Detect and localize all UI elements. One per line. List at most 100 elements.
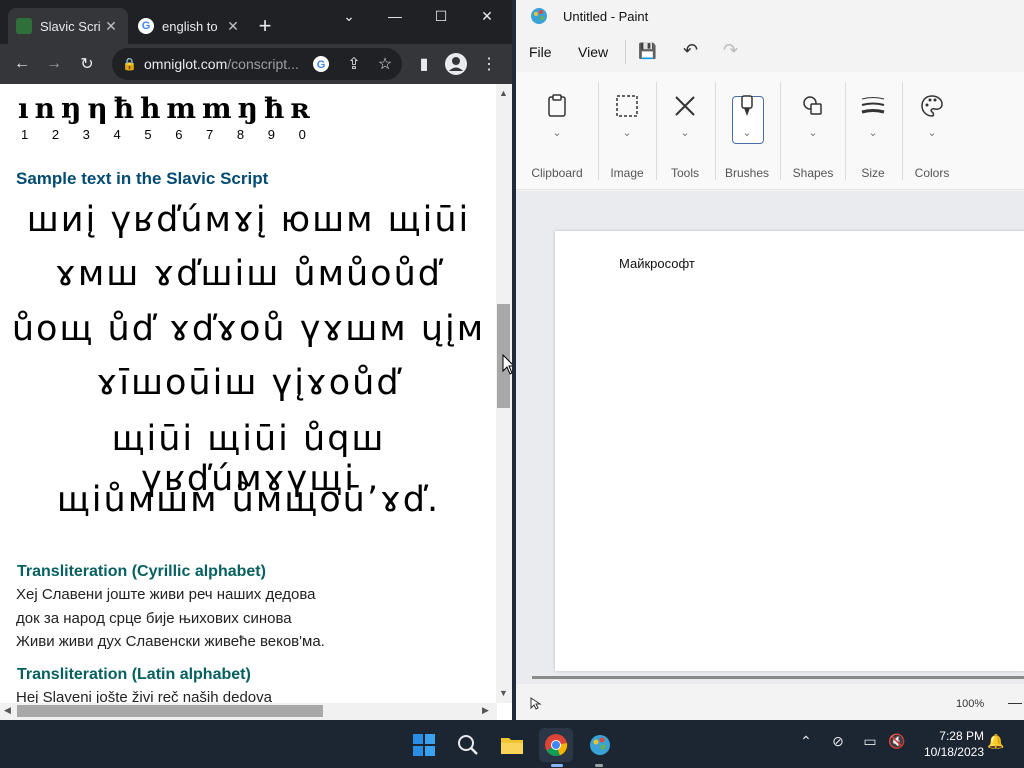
chrome-menu-icon[interactable]: ⋮ <box>477 52 501 76</box>
back-icon[interactable]: ← <box>10 52 34 76</box>
network-off-icon[interactable]: ⊘ <box>828 733 848 750</box>
close-window-button[interactable]: ✕ <box>464 0 510 32</box>
tab-title: Slavic Scri <box>40 18 101 34</box>
colors-group[interactable]: ⌄ Colors <box>902 86 962 186</box>
scroll-right-icon[interactable]: ▶ <box>482 705 489 716</box>
size-group[interactable]: ⌄ Size <box>843 86 903 186</box>
sample-text-heading: Sample text in the Slavic Script <box>16 169 269 188</box>
image-group[interactable]: ⌄ Image <box>597 86 657 186</box>
tab-english-to[interactable]: G english to ✕ <box>130 8 250 44</box>
latin-heading: Transliteration (Latin alphabet) <box>17 666 251 683</box>
google-lens-icon[interactable]: G <box>309 52 333 76</box>
drawing-canvas[interactable] <box>555 231 1024 671</box>
url-path: /conscript... <box>227 56 299 72</box>
profile-avatar[interactable] <box>444 52 468 76</box>
scroll-left-icon[interactable]: ◀ <box>4 705 11 716</box>
running-app-indicator <box>595 764 603 767</box>
chevron-down-icon: ⌄ <box>808 127 818 139</box>
close-tab-icon[interactable]: ✕ <box>224 18 242 35</box>
windows-icon <box>413 734 435 756</box>
bookmark-star-icon[interactable]: ☆ <box>373 52 397 76</box>
paint-title-bar: Untitled - Paint <box>516 0 1024 32</box>
chevron-down-icon: ⌄ <box>622 127 632 139</box>
google-favicon-icon: G <box>138 18 154 34</box>
brushes-label: Brushes <box>724 166 770 180</box>
brushes-group[interactable]: ⌄ Brushes <box>717 86 777 186</box>
paint-taskbar-button[interactable] <box>583 728 617 762</box>
share-icon[interactable]: ⇪ <box>342 52 366 76</box>
chrome-taskbar-button[interactable] <box>539 728 573 762</box>
chevron-down-icon: ⌄ <box>742 127 752 139</box>
lock-icon: 🔒 <box>122 57 137 71</box>
ribbon-separator <box>780 82 781 180</box>
sample-line: щiůмшм ůмщoū’ɤď. <box>56 480 441 520</box>
side-panel-icon[interactable]: ▮ <box>412 52 436 76</box>
reload-icon[interactable]: ↻ <box>75 52 99 76</box>
shapes-label: Shapes <box>792 166 834 180</box>
taskbar-clock[interactable]: 7:28 PM 10/18/2023 <box>912 728 984 760</box>
sample-line: ɤīшoūiш үįɤoůď <box>96 363 401 403</box>
scroll-up-icon[interactable]: ▲ <box>499 88 508 98</box>
horizontal-scroll-thumb[interactable] <box>17 705 323 717</box>
tab-slavic-script[interactable]: Slavic Scri ✕ <box>8 8 128 44</box>
zoom-level[interactable]: 100% <box>956 698 984 710</box>
show-hidden-icons-chevron-icon[interactable]: ⌃ <box>796 733 816 750</box>
search-button[interactable] <box>451 728 485 762</box>
select-icon <box>597 86 657 126</box>
tools-group[interactable]: ⌄ Tools <box>655 86 715 186</box>
search-icon <box>458 735 478 755</box>
clipboard-label: Clipboard <box>531 166 583 180</box>
shapes-group[interactable]: ⌄ Shapes <box>783 86 843 186</box>
canvas-text[interactable]: Майкрософт <box>619 256 695 271</box>
size-label: Size <box>861 166 885 180</box>
menu-separator <box>625 40 626 64</box>
omniglot-favicon-icon <box>16 18 32 34</box>
slavic-digits: 1 2 3 4 5 6 7 8 9 0 <box>21 127 316 142</box>
redo-icon[interactable]: ↷ <box>723 40 738 61</box>
undo-icon[interactable]: ↶ <box>683 40 698 61</box>
minimize-button[interactable]: — <box>372 0 418 32</box>
active-app-indicator <box>551 764 563 767</box>
cyrillic-line: Хеј Славени јоште живи реч наших дедова <box>16 586 316 603</box>
clipboard-group[interactable]: ⌄ Clipboard <box>527 86 587 186</box>
tab-title: english to <box>162 18 218 34</box>
pointer-position-icon <box>530 697 542 710</box>
paint-status-bar <box>516 686 1024 720</box>
scroll-down-icon[interactable]: ▼ <box>499 688 508 698</box>
tab-search-button[interactable]: ⌄ <box>326 0 372 32</box>
paint-icon <box>590 735 610 755</box>
svg-text:G: G <box>317 59 326 71</box>
size-icon <box>843 86 903 126</box>
latin-line: Hej Slaveni jošte živi reč naših dedova <box>16 689 272 703</box>
folder-icon <box>501 738 523 754</box>
cyrillic-heading: Transliteration (Cyrillic alphabet) <box>17 563 266 580</box>
save-icon[interactable]: 💾 <box>638 42 657 60</box>
chrome-icon <box>545 734 568 757</box>
file-menu[interactable]: File <box>529 44 552 60</box>
forward-icon[interactable]: → <box>42 52 66 76</box>
clock-time: 7:28 PM <box>939 729 984 743</box>
close-tab-icon[interactable]: ✕ <box>102 18 120 35</box>
chevron-down-icon: ⌄ <box>868 127 878 139</box>
brush-icon <box>717 86 777 126</box>
tools-icon <box>655 86 715 126</box>
palette-icon <box>902 86 962 126</box>
view-menu[interactable]: View <box>578 44 608 60</box>
clipboard-icon <box>527 86 587 126</box>
canvas-horizontal-scrollbar[interactable] <box>532 676 1024 679</box>
url-host: omniglot.com <box>144 56 228 72</box>
notification-bell-icon[interactable]: 🔔 <box>986 733 1006 750</box>
start-button[interactable] <box>407 728 441 762</box>
display-icon[interactable]: ▭ <box>860 733 880 750</box>
ribbon-separator <box>715 82 716 180</box>
maximize-button[interactable]: ☐ <box>418 0 464 32</box>
tools-label: Tools <box>670 166 699 180</box>
zoom-out-icon[interactable] <box>1008 703 1022 704</box>
volume-muted-icon[interactable]: 🔇 <box>887 733 907 750</box>
file-explorer-button[interactable] <box>495 728 529 762</box>
sample-line: шиį үʁďúмɤį юшм щiūi <box>26 200 471 240</box>
sample-line: ɤмш ɤďшiш ůмůoůď <box>55 254 442 294</box>
chevron-down-icon: ⌄ <box>552 127 562 139</box>
new-tab-button[interactable]: + <box>255 13 275 39</box>
image-label: Image <box>610 166 644 180</box>
